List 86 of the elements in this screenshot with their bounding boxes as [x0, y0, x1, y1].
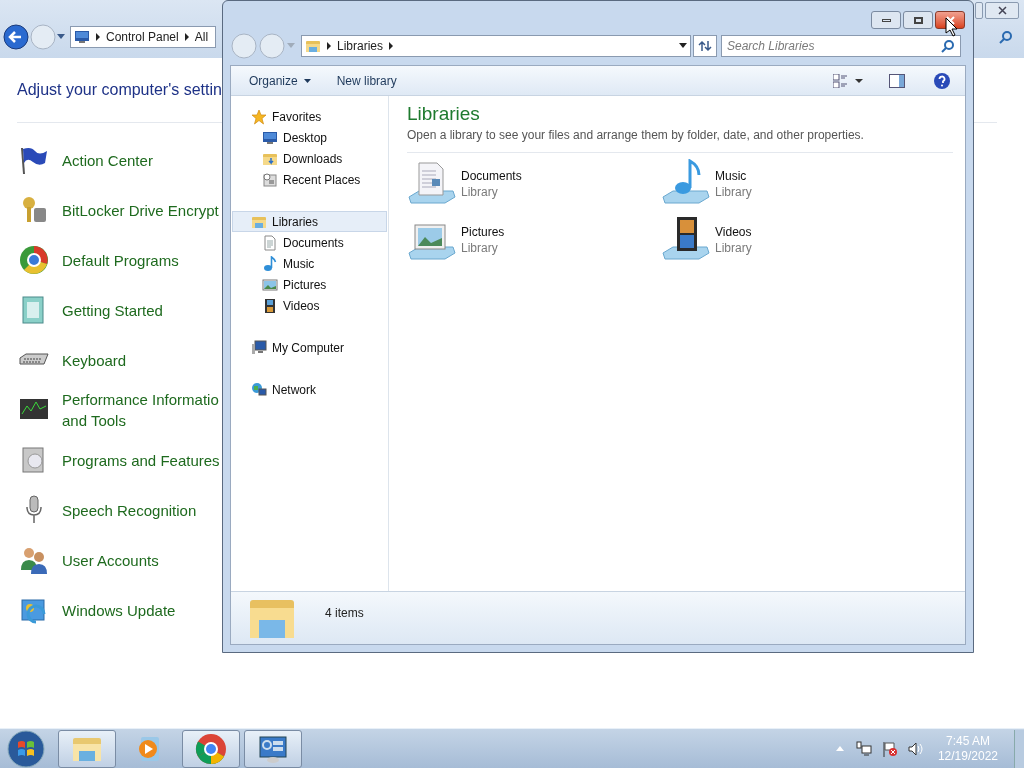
search-icon[interactable]	[941, 39, 955, 53]
search-field[interactable]: Search Libraries	[721, 35, 961, 57]
control-panel-link[interactable]: Performance Informatio and Tools	[62, 389, 224, 431]
search-input[interactable]: Search Libraries	[727, 37, 941, 55]
close-icon	[945, 15, 955, 25]
control-panel-link[interactable]: Speech Recognition	[62, 499, 224, 521]
library-description: Open a library to see your files and arrange them by folder, date, and other properties.	[407, 127, 865, 144]
library-type: Library	[715, 184, 752, 200]
library-tile[interactable]: Music Library	[661, 159, 915, 209]
search-icon[interactable]	[999, 30, 1013, 44]
library-heading: Libraries	[407, 102, 481, 126]
colored-orb-icon	[18, 244, 50, 276]
network-icon[interactable]	[855, 740, 872, 757]
control-panel-link[interactable]: BitLocker Drive Encrypt	[62, 199, 224, 221]
library-type: Library	[715, 240, 752, 256]
nav-item[interactable]: My Computer	[232, 337, 387, 358]
breadcrumb-arrow-icon	[96, 33, 100, 41]
library-name: Pictures	[461, 224, 505, 240]
maximize-button[interactable]	[903, 11, 933, 29]
minimize-button[interactable]	[871, 11, 901, 29]
mouse-cursor-icon	[945, 17, 957, 37]
breadcrumb-arrow-icon	[389, 42, 394, 50]
library-name: Videos	[715, 224, 752, 240]
computer-icon	[251, 339, 267, 356]
folder-icon	[305, 38, 321, 54]
control-panel-link[interactable]: Programs and Features	[62, 449, 224, 471]
nav-item[interactable]: Pictures	[232, 274, 387, 295]
library-name: Documents	[461, 168, 522, 184]
page-heading: Adjust your computer's settin	[17, 80, 222, 100]
caret-icon	[303, 78, 311, 83]
taskbar-button[interactable]	[58, 729, 116, 768]
start-orb-icon[interactable]	[6, 729, 46, 768]
browser-icon	[195, 732, 227, 765]
nav-item[interactable]: Libraries	[232, 211, 387, 232]
nav-item[interactable]: Desktop	[232, 127, 387, 148]
monitor-icon	[262, 129, 278, 146]
library-name: Music	[715, 168, 748, 184]
caret-icon[interactable]	[57, 34, 65, 40]
speaker-icon[interactable]	[907, 740, 924, 757]
toolbar-button[interactable]: New library	[326, 68, 407, 93]
address-bar[interactable]: Control Panel All	[70, 26, 216, 48]
item-count: 4 items	[325, 605, 364, 622]
nav-item[interactable]: Network	[232, 379, 387, 400]
library-type: Library	[461, 184, 499, 200]
breadcrumb-item[interactable]: Libraries	[337, 37, 384, 55]
monitor-icon	[74, 29, 90, 45]
film-icon	[262, 297, 278, 314]
close-button[interactable]	[985, 2, 1019, 19]
library-tile[interactable]: Documents Library	[407, 159, 661, 209]
control-panel-link[interactable]: Windows Update	[62, 599, 224, 621]
control-panel-link[interactable]: Keyboard	[62, 349, 224, 371]
breadcrumb-item[interactable]: All	[194, 28, 209, 46]
nav-item[interactable]: Recent Places	[232, 169, 387, 190]
preview-pane-icon[interactable]	[889, 73, 905, 88]
close-icon	[997, 6, 1007, 15]
clock-window-icon	[262, 171, 278, 188]
nav-item[interactable]: Downloads	[232, 148, 387, 169]
address-bar[interactable]: Libraries	[301, 35, 691, 57]
picture-icon	[262, 276, 278, 293]
nav-item[interactable]: Favorites	[232, 106, 387, 127]
document-icon	[262, 234, 278, 251]
breadcrumb-arrow-icon	[327, 42, 331, 50]
globe-icon	[251, 381, 267, 398]
library-tile[interactable]: Videos Library	[661, 215, 915, 265]
toolbar-button[interactable]: Organize	[239, 68, 321, 93]
taskbar-button[interactable]	[182, 729, 240, 768]
dropdown-caret-icon[interactable]	[679, 43, 687, 49]
nav-item[interactable]: Videos	[232, 295, 387, 316]
control-panel-link[interactable]: User Accounts	[62, 549, 224, 571]
view-options-icon[interactable]	[833, 73, 863, 88]
control-panel-link[interactable]: Getting Started	[62, 299, 224, 321]
control-panel-link[interactable]: Action Center	[62, 149, 224, 171]
taskbar-button[interactable]	[244, 729, 302, 768]
music-note-icon	[262, 255, 278, 272]
library-type: Library	[461, 240, 499, 256]
refresh-button[interactable]	[693, 35, 717, 57]
refresh-arrows-icon	[698, 40, 712, 52]
flag-error-icon[interactable]	[881, 740, 898, 757]
breadcrumb-item[interactable]: Control Panel	[106, 28, 179, 46]
nav-item[interactable]: Documents	[232, 232, 387, 253]
control-panel-link[interactable]: Default Programs	[62, 249, 224, 271]
breadcrumb-arrow-icon	[184, 33, 189, 41]
star-icon	[251, 108, 267, 125]
help-icon[interactable]	[933, 71, 951, 90]
library-tile[interactable]: Pictures Library	[407, 215, 661, 265]
nav-item[interactable]: Music	[232, 253, 387, 274]
